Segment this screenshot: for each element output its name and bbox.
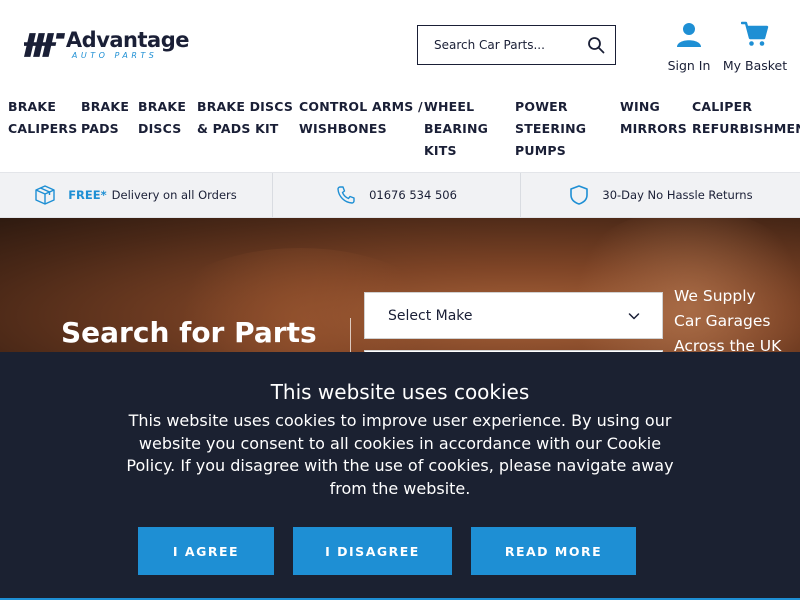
nav-label: BRAKE bbox=[138, 99, 187, 114]
nav-label: CALIPER bbox=[692, 99, 753, 114]
shield-icon bbox=[570, 185, 589, 205]
nav-wheel-bearing-kits[interactable]: WHEEL BEARING KITS bbox=[424, 96, 488, 162]
hero-title: Search for Parts bbox=[61, 316, 317, 349]
cookie-message: This website uses cookies to improve use… bbox=[126, 411, 674, 498]
nav-brake-discs-pads-kit[interactable]: BRAKE DISCS & PADS KIT bbox=[197, 96, 293, 140]
package-icon bbox=[35, 185, 55, 205]
logo-tagline: AUTO PARTS bbox=[71, 51, 158, 60]
chevron-down-icon bbox=[628, 313, 640, 320]
usp-bar: FREE* Delivery on all Orders 01676 534 5… bbox=[0, 172, 800, 218]
nav-label: PUMPS bbox=[515, 143, 566, 158]
returns-text: 30-Day No Hassle Returns bbox=[602, 188, 753, 202]
nav-label: PADS bbox=[81, 121, 119, 136]
disagree-button[interactable]: I DISAGREE bbox=[293, 527, 452, 575]
nav-label: POWER bbox=[515, 99, 568, 114]
logo-mark-icon bbox=[24, 33, 65, 57]
nav-label: WISHBONES bbox=[299, 121, 387, 136]
basket-link[interactable]: My Basket bbox=[722, 20, 788, 73]
supply-tagline: We Supply Car Garages Across the UK bbox=[674, 284, 781, 358]
logo-text: Advantage AUTO PARTS bbox=[65, 28, 190, 60]
nav-label: BEARING bbox=[424, 121, 489, 136]
usp-phone[interactable]: 01676 534 506 bbox=[272, 173, 519, 217]
sign-in-label: Sign In bbox=[667, 58, 711, 73]
nav-label: WHEEL bbox=[424, 99, 475, 114]
nav-control-arms[interactable]: CONTROL ARMS / WISHBONES bbox=[299, 96, 423, 140]
nav-wing-mirrors[interactable]: WING MIRRORS bbox=[620, 96, 687, 140]
nav-label: CALIPERS bbox=[8, 121, 78, 136]
usp-returns: 30-Day No Hassle Returns bbox=[520, 173, 800, 217]
supply-line: Car Garages bbox=[674, 312, 771, 330]
nav-brake-discs[interactable]: BRAKE DISCS bbox=[138, 96, 186, 140]
nav-caliper-refurbishment[interactable]: CALIPER REFURBISHMENT bbox=[692, 96, 800, 140]
main-nav: BRAKE CALIPERS BRAKE PADS BRAKE DISCS BR… bbox=[0, 96, 800, 168]
free-badge: FREE* bbox=[68, 188, 107, 202]
delivery-text: Delivery on all Orders bbox=[111, 188, 237, 202]
nav-label: DISCS bbox=[138, 121, 182, 136]
user-icon bbox=[677, 23, 701, 47]
sign-in-link[interactable]: Sign In bbox=[664, 20, 714, 73]
search-icon[interactable] bbox=[587, 36, 605, 54]
nav-label: BRAKE bbox=[8, 99, 57, 114]
nav-label: BRAKE DISCS bbox=[197, 99, 294, 114]
cookie-title: This website uses cookies bbox=[270, 380, 530, 404]
nav-label: CONTROL ARMS / bbox=[299, 99, 423, 114]
read-more-button[interactable]: READ MORE bbox=[471, 527, 636, 575]
supply-line: We Supply bbox=[674, 287, 756, 305]
nav-label: MIRRORS bbox=[620, 121, 687, 136]
phone-number: 01676 534 506 bbox=[369, 188, 457, 202]
select-make-label: Select Make bbox=[388, 307, 473, 324]
search-input[interactable] bbox=[434, 27, 594, 63]
nav-power-steering-pumps[interactable]: POWER STEERING PUMPS bbox=[515, 96, 586, 162]
site-logo[interactable]: Advantage AUTO PARTS bbox=[24, 28, 190, 64]
usp-delivery: FREE* Delivery on all Orders bbox=[0, 173, 271, 217]
nav-label: KITS bbox=[424, 143, 457, 158]
cookie-banner: This website uses cookies This website u… bbox=[0, 352, 800, 600]
agree-button[interactable]: I AGREE bbox=[138, 527, 274, 575]
logo-name: Advantage bbox=[65, 28, 190, 52]
hero-banner: Search for Parts Select Make We Supply C… bbox=[0, 218, 800, 358]
select-make-dropdown[interactable]: Select Make bbox=[364, 292, 663, 339]
basket-label: My Basket bbox=[722, 58, 788, 73]
phone-icon bbox=[337, 186, 355, 204]
cart-icon bbox=[741, 21, 769, 46]
nav-brake-pads[interactable]: BRAKE PADS bbox=[81, 96, 129, 140]
nav-label: STEERING bbox=[515, 121, 587, 136]
nav-brake-calipers[interactable]: BRAKE CALIPERS bbox=[8, 96, 77, 140]
nav-label: WING bbox=[620, 99, 660, 114]
site-header: Advantage AUTO PARTS Sign In My Basket bbox=[0, 0, 800, 88]
search-box bbox=[417, 25, 616, 65]
nav-label: REFURBISHMENT bbox=[692, 121, 800, 136]
nav-label: BRAKE bbox=[81, 99, 130, 114]
nav-label: & PADS KIT bbox=[197, 121, 279, 136]
